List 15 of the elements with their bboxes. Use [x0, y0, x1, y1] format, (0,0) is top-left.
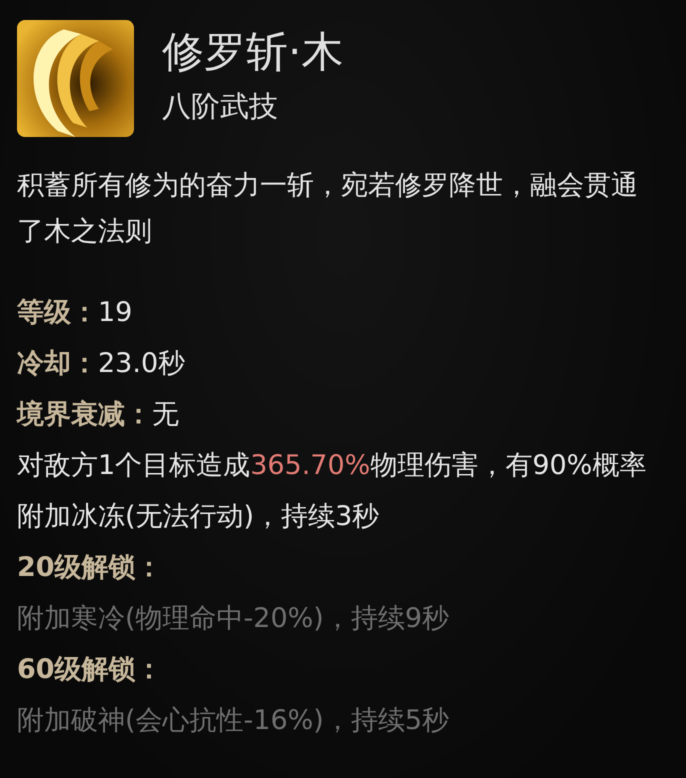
stat-label: 冷却： [17, 347, 98, 381]
unlock-title: 60级解锁： [17, 653, 164, 687]
unlock-effect: 附加寒冷(物理命中-20%)，持续9秒 [17, 602, 450, 636]
stat-value: 23.0秒 [98, 347, 186, 381]
skill-rank: 八阶武技 [162, 88, 279, 125]
skill-icon [17, 20, 134, 137]
stat-label: 境界衰减： [17, 398, 152, 432]
stat-value: 19 [98, 296, 132, 330]
skill-name: 修罗斩·木 [162, 26, 344, 78]
effect-description: 对敌方1个目标造成365.70%物理伤害，有90%概率附加冰冻(无法行动)，持续3秒 [17, 449, 648, 534]
stat-label: 等级： [17, 296, 98, 330]
skill-description: 积蓄所有修为的奋力一斩，宛若修罗降世，融会贯通了木之法则 [17, 169, 639, 249]
unlock-effect: 附加破神(会心抗性-16%)，持续5秒 [17, 704, 450, 738]
stat-value: 无 [152, 398, 179, 432]
unlock-title: 20级解锁： [17, 551, 164, 585]
